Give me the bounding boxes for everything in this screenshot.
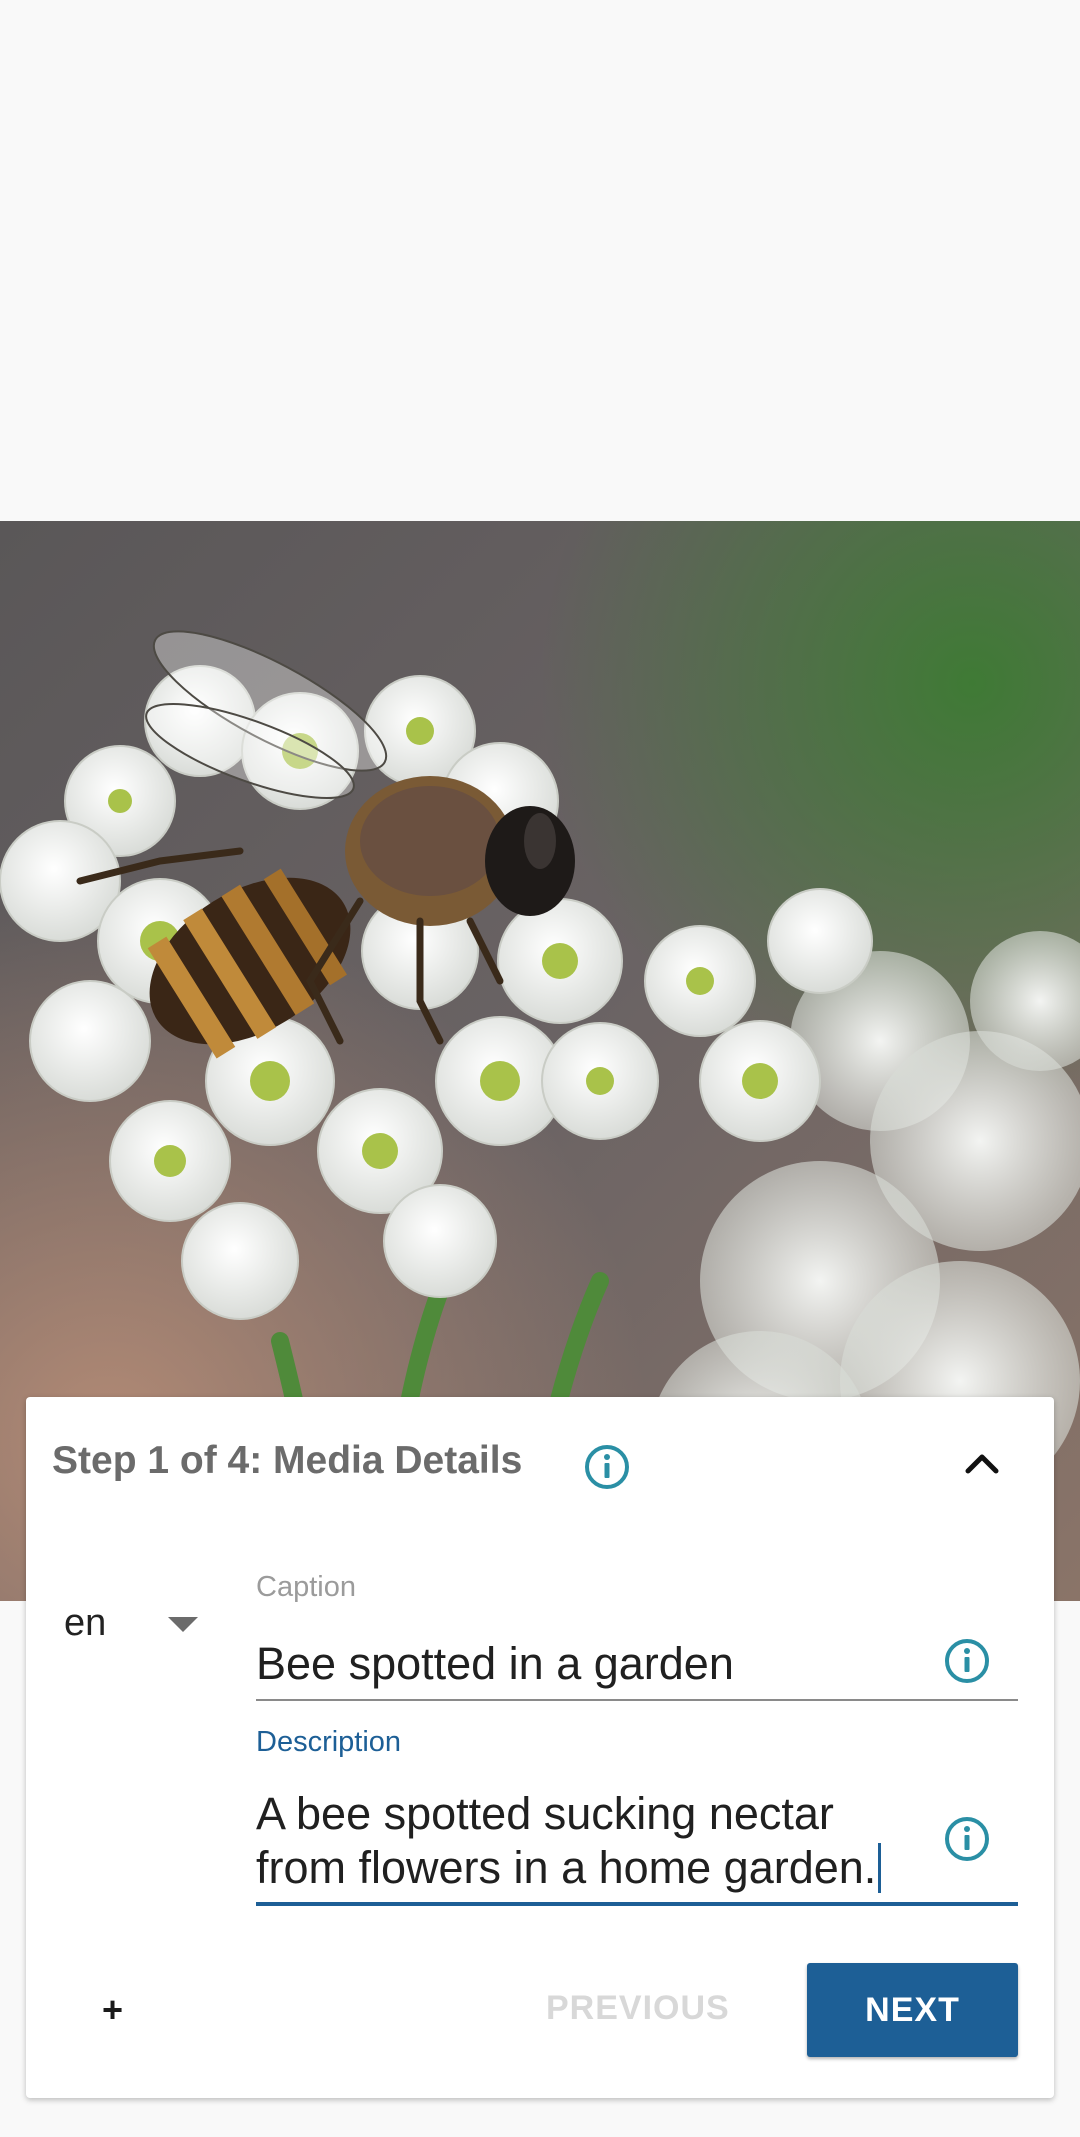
step-info-icon[interactable] bbox=[583, 1443, 631, 1491]
description-label: Description bbox=[256, 1726, 402, 1758]
caption-input[interactable]: Bee spotted in a garden bbox=[256, 1637, 956, 1691]
description-info-icon[interactable] bbox=[943, 1815, 991, 1863]
previous-button[interactable]: PREVIOUS bbox=[546, 1989, 730, 2028]
next-button[interactable]: NEXT bbox=[807, 1963, 1018, 2057]
language-value: en bbox=[64, 1602, 107, 1644]
caption-label: Caption bbox=[256, 1571, 356, 1603]
caption-underline bbox=[256, 1699, 1018, 1701]
add-language-button[interactable]: + bbox=[102, 1989, 123, 2031]
step-title: Step 1 of 4: Media Details bbox=[52, 1439, 523, 1482]
description-text: A bee spotted sucking nectar from flower… bbox=[256, 1788, 877, 1893]
dropdown-arrow-icon bbox=[168, 1617, 198, 1632]
chevron-up-icon[interactable] bbox=[956, 1437, 1008, 1489]
description-input[interactable]: A bee spotted sucking nectar from flower… bbox=[256, 1787, 936, 1895]
media-details-card: Step 1 of 4: Media Details en Caption Be… bbox=[26, 1397, 1054, 2098]
description-underline bbox=[256, 1902, 1018, 1906]
caption-info-icon[interactable] bbox=[943, 1637, 991, 1685]
text-cursor bbox=[878, 1843, 882, 1893]
